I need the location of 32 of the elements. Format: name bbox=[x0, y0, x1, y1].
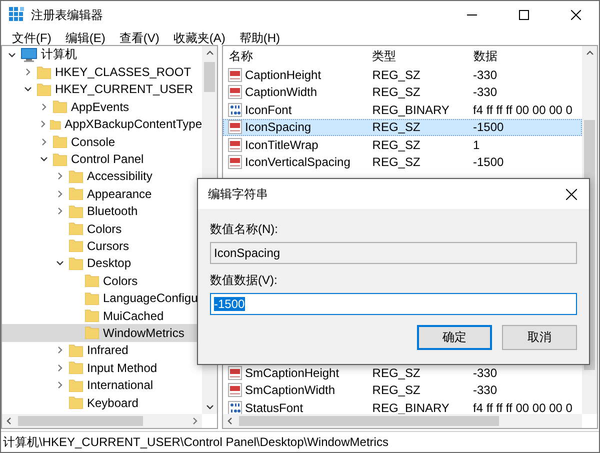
dialog-title: 编辑字符串 bbox=[208, 186, 269, 202]
value-data: -330 bbox=[473, 68, 498, 82]
value-data: f4 ff ff ff 00 00 00 0 bbox=[473, 102, 572, 117]
value-name: SmCaptionWidth bbox=[245, 383, 336, 398]
value-type: REG_SZ bbox=[372, 85, 420, 100]
value-type: REG_SZ bbox=[372, 120, 420, 134]
value-type: REG_SZ bbox=[372, 138, 420, 152]
value-name: IconFont bbox=[245, 102, 292, 117]
value-data: -330 bbox=[473, 383, 498, 398]
value-data: 1 bbox=[473, 138, 480, 152]
value-name: CaptionWidth bbox=[245, 85, 318, 100]
value-name: IconSpacing bbox=[245, 120, 312, 134]
value-data: -330 bbox=[473, 85, 498, 100]
field-label: 数值名称(N): bbox=[210, 220, 278, 238]
value-data: -1500 bbox=[473, 120, 504, 134]
value-type: REG_BINARY bbox=[372, 102, 450, 117]
value-data: -1500 bbox=[473, 155, 504, 170]
value-type: REG_SZ bbox=[372, 155, 420, 170]
value-type: REG_BINARY bbox=[372, 400, 450, 414]
value-name: IconTitleWrap bbox=[245, 138, 318, 152]
field-label: 数值数据(V): bbox=[210, 272, 278, 288]
value-type: REG_SZ bbox=[372, 383, 420, 398]
status-bar: 计算机\HKEY_CURRENT_USER\Control Panel\Desktop\WindowMetrics bbox=[1, 431, 599, 452]
value-name: CaptionHeight bbox=[245, 68, 322, 82]
value-type: REG_SZ bbox=[372, 366, 420, 380]
value-data: -330 bbox=[473, 366, 498, 380]
value-type: REG_SZ bbox=[372, 68, 420, 82]
window-title: 注册表编辑器 bbox=[31, 6, 104, 24]
value-data: f4 ff ff ff 00 00 00 0 bbox=[473, 400, 572, 414]
value-name: IconVerticalSpacing bbox=[245, 155, 350, 170]
value-name: StatusFont bbox=[245, 400, 304, 414]
value-name: SmCaptionHeight bbox=[245, 366, 340, 380]
